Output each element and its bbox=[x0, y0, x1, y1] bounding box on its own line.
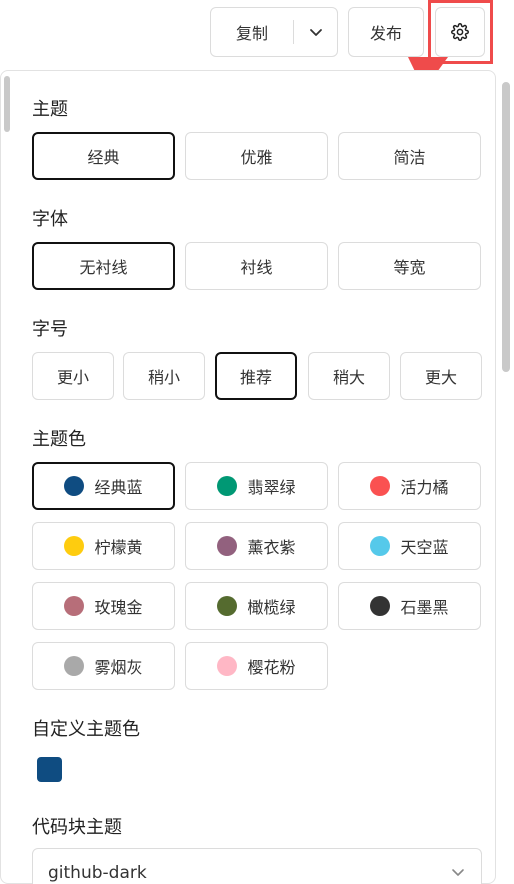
chevron-down-icon bbox=[310, 29, 322, 36]
color-dot-icon bbox=[217, 596, 238, 616]
theme-color-option[interactable]: 石墨黑 bbox=[338, 582, 481, 630]
theme-option[interactable]: 经典 bbox=[32, 132, 175, 180]
theme-option-label: 经典 bbox=[87, 148, 120, 167]
theme-color-option[interactable]: 薰衣紫 bbox=[185, 522, 328, 570]
chevron-down-icon bbox=[452, 869, 464, 876]
theme-color-option[interactable]: 天空蓝 bbox=[338, 522, 481, 570]
font-size-option-label: 稍小 bbox=[147, 368, 180, 387]
font-option-label: 无衬线 bbox=[79, 258, 128, 277]
custom-color-swatch[interactable] bbox=[37, 757, 62, 782]
font-size-option-label: 推荐 bbox=[239, 368, 272, 387]
font-size-option-label: 更大 bbox=[424, 368, 457, 387]
panel-scrollbar-left[interactable] bbox=[4, 76, 10, 132]
color-dot-icon bbox=[370, 536, 391, 556]
copy-dropdown-button[interactable] bbox=[294, 8, 338, 56]
theme-color-option-label: 橄榄绿 bbox=[247, 598, 296, 617]
font-size-option[interactable]: 推荐 bbox=[215, 352, 297, 400]
theme-color-option[interactable]: 翡翠绿 bbox=[185, 462, 328, 510]
section-title-font: 字体 bbox=[32, 209, 68, 230]
section-title-custom-color: 自定义主题色 bbox=[32, 719, 140, 740]
font-size-option-label: 更小 bbox=[56, 368, 89, 387]
theme-color-option-label: 翡翠绿 bbox=[247, 478, 296, 497]
color-dot-icon bbox=[64, 536, 85, 556]
theme-color-option[interactable]: 玫瑰金 bbox=[32, 582, 175, 630]
copy-button[interactable]: 复制 bbox=[211, 8, 293, 56]
theme-color-option[interactable]: 活力橘 bbox=[338, 462, 481, 510]
color-dot-icon bbox=[217, 656, 238, 676]
theme-option[interactable]: 优雅 bbox=[185, 132, 328, 180]
panel-scrollbar[interactable] bbox=[502, 70, 510, 884]
code-theme-select[interactable]: github-dark bbox=[32, 848, 482, 884]
font-size-option[interactable]: 稍小 bbox=[123, 352, 205, 400]
font-size-option[interactable]: 稍大 bbox=[308, 352, 390, 400]
copy-button-group: 复制 bbox=[210, 7, 338, 57]
section-title-theme: 主题 bbox=[32, 99, 68, 120]
theme-color-option-label: 天空蓝 bbox=[400, 538, 449, 557]
theme-color-option-label: 经典蓝 bbox=[94, 478, 143, 497]
section-title-code-theme: 代码块主题 bbox=[32, 817, 122, 838]
color-dot-icon bbox=[217, 476, 238, 496]
color-dot-icon bbox=[217, 536, 238, 556]
font-option[interactable]: 无衬线 bbox=[32, 242, 175, 290]
color-dot-icon bbox=[370, 476, 391, 496]
font-size-option-label: 稍大 bbox=[332, 368, 365, 387]
color-dot-icon bbox=[64, 476, 85, 496]
section-title-font-size: 字号 bbox=[32, 319, 68, 340]
theme-color-option-label: 石墨黑 bbox=[400, 598, 449, 617]
theme-color-option-label: 玫瑰金 bbox=[94, 598, 143, 617]
theme-color-option-label: 薰衣紫 bbox=[247, 538, 296, 557]
theme-color-option-label: 樱花粉 bbox=[247, 658, 296, 677]
code-theme-value: github-dark bbox=[48, 863, 147, 883]
theme-color-option[interactable]: 柠檬黄 bbox=[32, 522, 175, 570]
font-option[interactable]: 等宽 bbox=[338, 242, 481, 290]
font-size-option[interactable]: 更小 bbox=[32, 352, 114, 400]
color-dot-icon bbox=[64, 596, 85, 616]
theme-color-option-label: 活力橘 bbox=[400, 478, 449, 497]
theme-color-option[interactable]: 雾烟灰 bbox=[32, 642, 175, 690]
font-option[interactable]: 衬线 bbox=[185, 242, 328, 290]
theme-option-label: 优雅 bbox=[240, 148, 273, 167]
font-option-label: 衬线 bbox=[240, 258, 273, 277]
annotation-highlight-box bbox=[428, 0, 493, 64]
theme-color-option[interactable]: 樱花粉 bbox=[185, 642, 328, 690]
theme-color-option-label: 雾烟灰 bbox=[94, 658, 143, 677]
publish-button[interactable]: 发布 bbox=[348, 7, 424, 57]
color-dot-icon bbox=[370, 596, 391, 616]
theme-color-option-label: 柠檬黄 bbox=[94, 538, 143, 557]
theme-option-label: 简洁 bbox=[393, 148, 426, 167]
color-dot-icon bbox=[64, 656, 85, 676]
theme-color-option[interactable]: 经典蓝 bbox=[32, 462, 175, 510]
toolbar: 复制 发布 bbox=[0, 0, 514, 64]
section-title-theme-color: 主题色 bbox=[32, 429, 86, 450]
scrollbar-thumb[interactable] bbox=[502, 82, 510, 372]
theme-color-option[interactable]: 橄榄绿 bbox=[185, 582, 328, 630]
font-option-label: 等宽 bbox=[393, 258, 426, 277]
theme-option[interactable]: 简洁 bbox=[338, 132, 481, 180]
font-size-option[interactable]: 更大 bbox=[400, 352, 482, 400]
